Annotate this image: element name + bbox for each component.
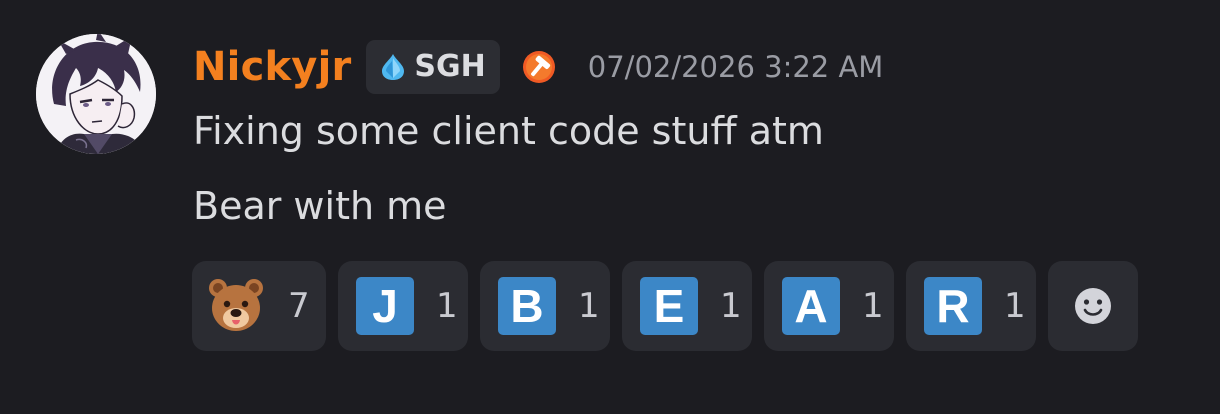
- message-header: Nickyjr SGH 07/02/2026 3:22 AM: [193, 38, 883, 96]
- reaction-letter-b[interactable]: B 1: [480, 261, 610, 351]
- reaction-letter-j[interactable]: J 1: [338, 261, 468, 351]
- reaction-count: 1: [720, 286, 742, 326]
- server-tag[interactable]: SGH: [366, 40, 500, 94]
- reaction-count: 7: [288, 286, 310, 326]
- reaction-letter-a[interactable]: A 1: [764, 261, 894, 351]
- message-line: Fixing some client code stuff atm: [193, 109, 824, 153]
- anime-avatar-icon: [36, 34, 156, 154]
- timestamp[interactable]: 07/02/2026 3:22 AM: [588, 52, 884, 82]
- username[interactable]: Nickyjr: [193, 47, 351, 87]
- reaction-count: 1: [862, 286, 884, 326]
- chat-message: Nickyjr SGH 07/02/2026 3:22 AM Fixing so…: [0, 0, 1220, 414]
- diamond-icon: [382, 54, 405, 80]
- reaction-count: 1: [1004, 286, 1026, 326]
- reaction-bear[interactable]: 7: [192, 261, 326, 351]
- reaction-count: 1: [436, 286, 458, 326]
- tag-label: SGH: [414, 49, 486, 84]
- bear-face-icon: [209, 279, 263, 331]
- letter-r-icon: R: [924, 277, 982, 335]
- letter-e-icon: E: [640, 277, 698, 335]
- message-line: Bear with me: [193, 184, 447, 228]
- avatar[interactable]: [36, 34, 156, 154]
- letter-a-icon: A: [782, 277, 840, 335]
- reaction-letter-r[interactable]: R 1: [906, 261, 1036, 351]
- reactions-bar: 7 J 1 B 1 E 1 A 1 R 1: [192, 261, 1138, 351]
- letter-j-icon: J: [356, 277, 414, 335]
- hammer-icon[interactable]: [522, 50, 556, 84]
- add-reaction-button[interactable]: [1048, 261, 1138, 351]
- smiley-icon: [1075, 288, 1111, 324]
- reaction-letter-e[interactable]: E 1: [622, 261, 752, 351]
- reaction-count: 1: [578, 286, 600, 326]
- letter-b-icon: B: [498, 277, 556, 335]
